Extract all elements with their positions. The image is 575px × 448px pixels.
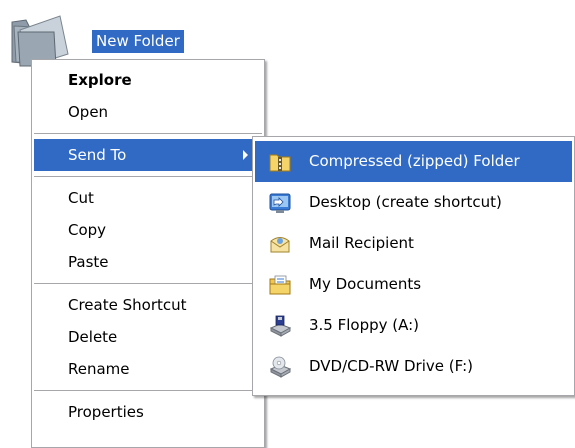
submenu-item-label: Desktop (create shortcut) <box>309 193 502 211</box>
menu-item-label: Explore <box>68 71 132 89</box>
submenu-item-label: 3.5 Floppy (A:) <box>309 316 420 334</box>
submenu-item-label: My Documents <box>309 275 422 293</box>
context-menu: Explore Open Send To Cut Copy Paste Crea… <box>31 59 265 448</box>
menu-item-label: Cut <box>68 189 94 207</box>
submenu-item-label: Mail Recipient <box>309 234 414 252</box>
send-to-mail-recipient[interactable]: Mail Recipient <box>253 223 574 264</box>
menu-item-properties[interactable]: Properties <box>32 396 264 428</box>
menu-item-label: Copy <box>68 221 107 239</box>
menu-item-copy[interactable]: Copy <box>32 214 264 246</box>
menu-item-create-shortcut[interactable]: Create Shortcut <box>32 289 264 321</box>
menu-item-explore[interactable]: Explore <box>32 64 264 96</box>
send-to-my-documents[interactable]: My Documents <box>253 264 574 305</box>
zip-folder-icon <box>269 154 291 172</box>
menu-item-cut[interactable]: Cut <box>32 182 264 214</box>
menu-item-open[interactable]: Open <box>32 96 264 128</box>
menu-separator <box>34 133 262 134</box>
menu-item-label: Create Shortcut <box>68 296 187 314</box>
submenu-item-label: DVD/CD-RW Drive (F:) <box>309 357 473 375</box>
menu-item-label: Delete <box>68 328 118 346</box>
menu-item-send-to[interactable]: Send To <box>34 139 262 171</box>
menu-item-paste[interactable]: Paste <box>32 246 264 278</box>
menu-separator <box>34 390 262 391</box>
submenu-arrow-icon <box>243 150 248 160</box>
documents-icon <box>269 275 291 295</box>
submenu-item-label: Compressed (zipped) Folder <box>309 152 520 170</box>
menu-item-label: Send To <box>68 146 127 164</box>
menu-item-delete[interactable]: Delete <box>32 321 264 353</box>
floppy-drive-icon <box>269 315 292 337</box>
menu-item-label: Paste <box>68 253 109 271</box>
send-to-compressed-folder[interactable]: Compressed (zipped) Folder <box>255 141 572 182</box>
menu-item-label: Properties <box>68 403 144 421</box>
mail-icon <box>270 237 290 253</box>
send-to-desktop-shortcut[interactable]: Desktop (create shortcut) <box>253 182 574 223</box>
menu-separator <box>34 283 262 284</box>
desktop-shortcut-icon <box>269 193 291 213</box>
dvd-drive-icon <box>269 356 292 378</box>
menu-separator <box>34 176 262 177</box>
menu-item-label: Rename <box>68 360 130 378</box>
send-to-dvd-drive[interactable]: DVD/CD-RW Drive (F:) <box>253 346 574 387</box>
menu-item-label: Open <box>68 103 109 121</box>
send-to-floppy-drive[interactable]: 3.5 Floppy (A:) <box>253 305 574 346</box>
menu-item-rename[interactable]: Rename <box>32 353 264 385</box>
send-to-submenu: Compressed (zipped) Folder Desktop (crea… <box>252 136 575 396</box>
folder-name-label[interactable]: New Folder <box>92 30 184 53</box>
